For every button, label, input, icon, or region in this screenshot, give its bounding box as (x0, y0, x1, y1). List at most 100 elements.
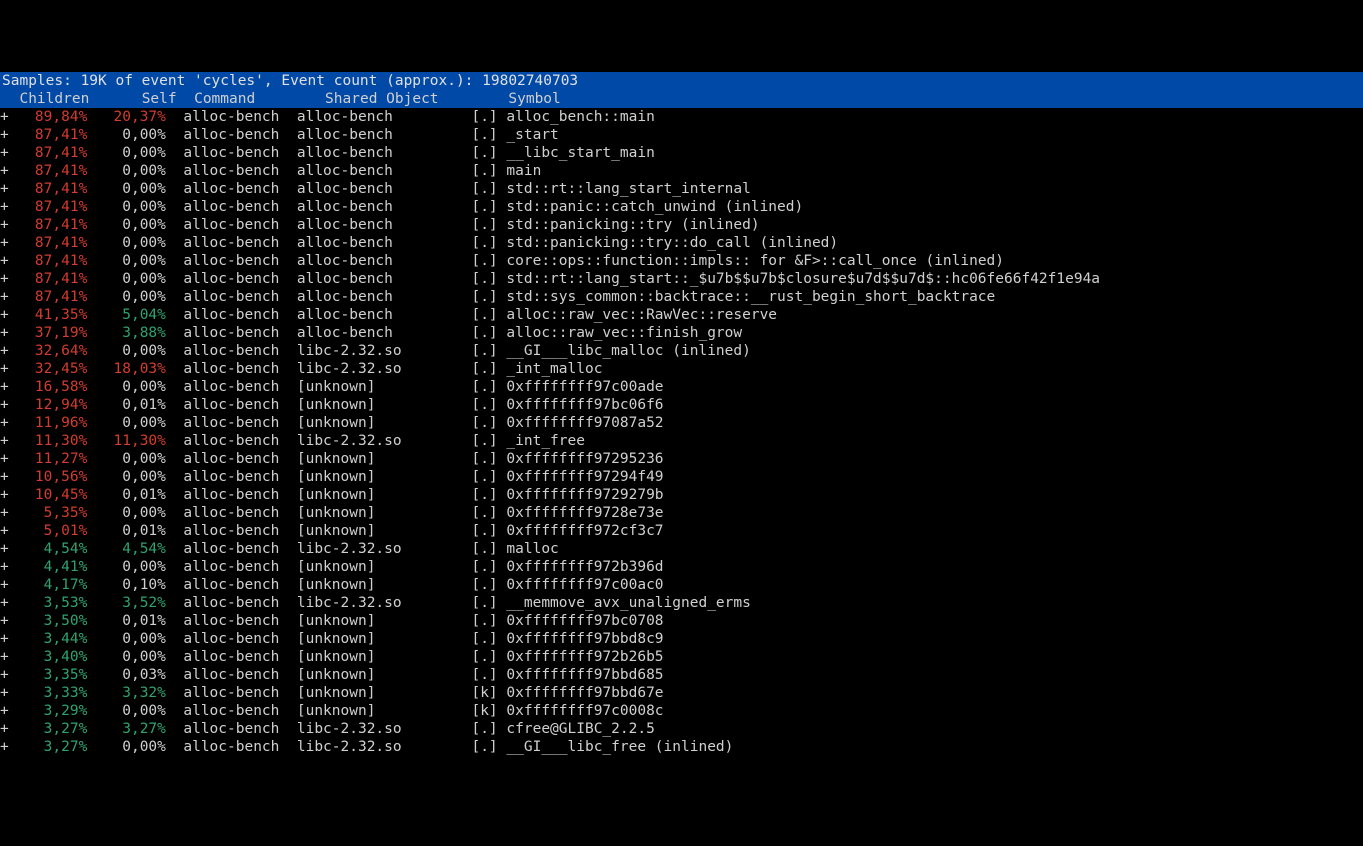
shared-object: libc-2.32.so (297, 343, 472, 359)
table-row[interactable]: + 32,45% 18,03% alloc-bench libc-2.32.so… (0, 360, 1363, 378)
symbol-marker: [.] (471, 145, 497, 161)
table-row[interactable]: + 87,41% 0,00% alloc-bench alloc-bench [… (0, 198, 1363, 216)
table-row[interactable]: + 3,27% 0,00% alloc-bench libc-2.32.so [… (0, 738, 1363, 756)
table-row[interactable]: + 37,19% 3,88% alloc-bench alloc-bench [… (0, 324, 1363, 342)
table-row[interactable]: + 87,41% 0,00% alloc-bench alloc-bench [… (0, 288, 1363, 306)
shared-object: alloc-bench (297, 109, 472, 125)
table-row[interactable]: + 10,45% 0,01% alloc-bench [unknown] [.]… (0, 486, 1363, 504)
expand-icon[interactable]: + (0, 361, 9, 377)
expand-icon[interactable]: + (0, 559, 9, 575)
table-row[interactable]: + 87,41% 0,00% alloc-bench alloc-bench [… (0, 252, 1363, 270)
expand-icon[interactable]: + (0, 505, 9, 521)
self-pct: 0,01% (87, 523, 166, 539)
expand-icon[interactable]: + (0, 271, 9, 287)
perf-rows[interactable]: + 89,84% 20,37% alloc-bench alloc-bench … (0, 108, 1363, 756)
expand-icon[interactable]: + (0, 595, 9, 611)
expand-icon[interactable]: + (0, 523, 9, 539)
expand-icon[interactable]: + (0, 703, 9, 719)
table-row[interactable]: + 3,27% 3,27% alloc-bench libc-2.32.so [… (0, 720, 1363, 738)
expand-icon[interactable]: + (0, 685, 9, 701)
command-name: alloc-bench (183, 523, 297, 539)
expand-icon[interactable]: + (0, 163, 9, 179)
symbol-name: 0xffffffff97bbd67e (506, 685, 663, 701)
expand-icon[interactable]: + (0, 451, 9, 467)
expand-icon[interactable]: + (0, 541, 9, 557)
table-row[interactable]: + 87,41% 0,00% alloc-bench alloc-bench [… (0, 162, 1363, 180)
expand-icon[interactable]: + (0, 307, 9, 323)
expand-icon[interactable]: + (0, 235, 9, 251)
symbol-marker: [.] (471, 289, 497, 305)
symbol-name: 0xffffffff97bc06f6 (506, 397, 663, 413)
table-row[interactable]: + 3,35% 0,03% alloc-bench [unknown] [.] … (0, 666, 1363, 684)
expand-icon[interactable]: + (0, 127, 9, 143)
table-row[interactable]: + 11,27% 0,00% alloc-bench [unknown] [.]… (0, 450, 1363, 468)
expand-icon[interactable]: + (0, 433, 9, 449)
table-row[interactable]: + 11,96% 0,00% alloc-bench [unknown] [.]… (0, 414, 1363, 432)
expand-icon[interactable]: + (0, 631, 9, 647)
self-pct: 0,00% (87, 199, 166, 215)
table-row[interactable]: + 3,53% 3,52% alloc-bench libc-2.32.so [… (0, 594, 1363, 612)
shared-object: alloc-bench (297, 325, 472, 341)
table-row[interactable]: + 3,29% 0,00% alloc-bench [unknown] [k] … (0, 702, 1363, 720)
table-row[interactable]: + 4,54% 4,54% alloc-bench libc-2.32.so [… (0, 540, 1363, 558)
symbol-marker: [.] (471, 235, 497, 251)
expand-icon[interactable]: + (0, 343, 9, 359)
table-row[interactable]: + 3,33% 3,32% alloc-bench [unknown] [k] … (0, 684, 1363, 702)
table-row[interactable]: + 87,41% 0,00% alloc-bench alloc-bench [… (0, 144, 1363, 162)
command-name: alloc-bench (183, 397, 297, 413)
symbol-name: malloc (506, 541, 558, 557)
table-row[interactable]: + 10,56% 0,00% alloc-bench [unknown] [.]… (0, 468, 1363, 486)
expand-icon[interactable]: + (0, 487, 9, 503)
self-pct: 3,32% (87, 685, 166, 701)
expand-icon[interactable]: + (0, 379, 9, 395)
table-row[interactable]: + 89,84% 20,37% alloc-bench alloc-bench … (0, 108, 1363, 126)
table-row[interactable]: + 11,30% 11,30% alloc-bench libc-2.32.so… (0, 432, 1363, 450)
table-row[interactable]: + 32,64% 0,00% alloc-bench libc-2.32.so … (0, 342, 1363, 360)
expand-icon[interactable]: + (0, 109, 9, 125)
table-row[interactable]: + 41,35% 5,04% alloc-bench alloc-bench [… (0, 306, 1363, 324)
expand-icon[interactable]: + (0, 217, 9, 233)
table-row[interactable]: + 4,41% 0,00% alloc-bench [unknown] [.] … (0, 558, 1363, 576)
expand-icon[interactable]: + (0, 469, 9, 485)
expand-icon[interactable]: + (0, 325, 9, 341)
children-pct: 37,19% (9, 325, 88, 341)
table-row[interactable]: + 5,35% 0,00% alloc-bench [unknown] [.] … (0, 504, 1363, 522)
table-row[interactable]: + 12,94% 0,01% alloc-bench [unknown] [.]… (0, 396, 1363, 414)
table-row[interactable]: + 87,41% 0,00% alloc-bench alloc-bench [… (0, 270, 1363, 288)
symbol-name: main (506, 163, 541, 179)
symbol-name: 0xffffffff97295236 (506, 451, 663, 467)
expand-icon[interactable]: + (0, 181, 9, 197)
expand-icon[interactable]: + (0, 739, 9, 755)
command-name: alloc-bench (183, 613, 297, 629)
expand-icon[interactable]: + (0, 667, 9, 683)
shared-object: [unknown] (297, 415, 472, 431)
expand-icon[interactable]: + (0, 415, 9, 431)
expand-icon[interactable]: + (0, 613, 9, 629)
shared-object: alloc-bench (297, 235, 472, 251)
expand-icon[interactable]: + (0, 649, 9, 665)
expand-icon[interactable]: + (0, 199, 9, 215)
table-row[interactable]: + 87,41% 0,00% alloc-bench alloc-bench [… (0, 126, 1363, 144)
expand-icon[interactable]: + (0, 145, 9, 161)
expand-icon[interactable]: + (0, 577, 9, 593)
symbol-marker: [.] (471, 595, 497, 611)
table-row[interactable]: + 3,44% 0,00% alloc-bench [unknown] [.] … (0, 630, 1363, 648)
expand-icon[interactable]: + (0, 253, 9, 269)
children-pct: 5,35% (9, 505, 88, 521)
table-row[interactable]: + 87,41% 0,00% alloc-bench alloc-bench [… (0, 234, 1363, 252)
expand-icon[interactable]: + (0, 397, 9, 413)
symbol-marker: [.] (471, 559, 497, 575)
symbol-name: cfree@GLIBC_2.2.5 (506, 721, 654, 737)
children-pct: 87,41% (9, 181, 88, 197)
table-row[interactable]: + 16,58% 0,00% alloc-bench [unknown] [.]… (0, 378, 1363, 396)
table-row[interactable]: + 4,17% 0,10% alloc-bench [unknown] [.] … (0, 576, 1363, 594)
expand-icon[interactable]: + (0, 721, 9, 737)
table-row[interactable]: + 87,41% 0,00% alloc-bench alloc-bench [… (0, 216, 1363, 234)
table-row[interactable]: + 3,40% 0,00% alloc-bench [unknown] [.] … (0, 648, 1363, 666)
symbol-name: 0xffffffff97bc0708 (506, 613, 663, 629)
expand-icon[interactable]: + (0, 289, 9, 305)
table-row[interactable]: + 3,50% 0,01% alloc-bench [unknown] [.] … (0, 612, 1363, 630)
table-row[interactable]: + 5,01% 0,01% alloc-bench [unknown] [.] … (0, 522, 1363, 540)
command-name: alloc-bench (183, 469, 297, 485)
table-row[interactable]: + 87,41% 0,00% alloc-bench alloc-bench [… (0, 180, 1363, 198)
